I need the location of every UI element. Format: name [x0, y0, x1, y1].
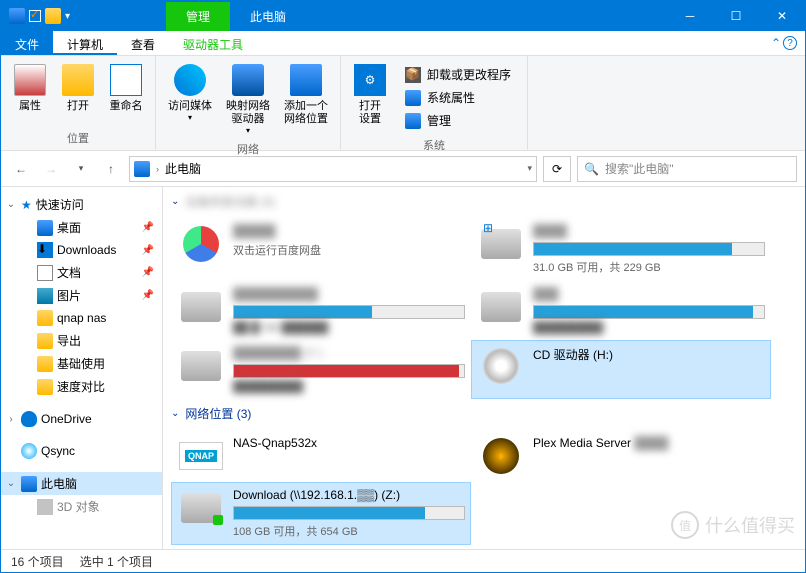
search-input[interactable]: 🔍 搜索"此电脑" — [577, 156, 797, 182]
navigation-pane[interactable]: ⌄★快速访问 桌面📌 ⬇Downloads📌 文档📌 图片📌 qnap nas … — [1, 187, 163, 549]
status-count: 16 个项目 — [11, 553, 64, 570]
group-network-label: 网络 — [164, 139, 332, 157]
drive-f[interactable]: ████████ (F:)█████████ — [171, 340, 471, 399]
sidebar-qsync[interactable]: Qsync — [1, 440, 162, 462]
tab-drive-tools[interactable]: 驱动器工具 — [169, 31, 257, 55]
tab-file[interactable]: 文件 — [1, 31, 53, 55]
address-bar[interactable]: › 此电脑 ▾ — [129, 156, 537, 182]
pin-icon: 📌 — [142, 290, 158, 301]
sidebar-item-export[interactable]: 导出 — [1, 329, 162, 352]
drive-c[interactable]: ⊞ ████31.0 GB 可用，共 229 GB — [471, 218, 771, 281]
section-network[interactable]: ⌄网络位置 (3) — [171, 399, 797, 430]
forward-button[interactable]: → — [39, 157, 63, 181]
pin-icon: 📌 — [142, 267, 158, 278]
open-settings-button[interactable]: ⚙打开 设置 — [349, 60, 391, 135]
sidebar-item-desktop[interactable]: 桌面📌 — [1, 216, 162, 239]
cd-icon — [483, 348, 519, 384]
ribbon-collapse[interactable]: ⌃ ? — [763, 31, 805, 55]
back-button[interactable]: ← — [9, 157, 33, 181]
drive-e[interactable]: ████████████ — [471, 281, 771, 340]
sidebar-this-pc[interactable]: ⌄此电脑 — [1, 472, 162, 495]
breadcrumb[interactable]: 此电脑 — [165, 160, 201, 177]
content-pane[interactable]: ⌄设备和驱动器 (6) █████双击运行百度网盘 ⊞ ████31.0 GB … — [163, 187, 805, 549]
sidebar-item-3d[interactable]: 3D 对象 — [1, 495, 162, 518]
refresh-button[interactable]: ⟳ — [543, 156, 571, 182]
group-location-label: 位置 — [9, 128, 147, 146]
qat-checkbox-icon[interactable] — [29, 10, 41, 22]
sidebar-item-basic[interactable]: 基础使用 — [1, 352, 162, 375]
close-button[interactable]: ✕ — [759, 1, 805, 31]
drive-icon: ⊞ — [481, 229, 521, 259]
group-system-label: 系统 — [349, 135, 519, 153]
minimize-button[interactable]: ─ — [667, 1, 713, 31]
network-drive-icon — [181, 493, 221, 523]
drive-icon — [181, 292, 221, 322]
add-location-button[interactable]: 添加一个 网络位置 — [280, 60, 332, 139]
qat-dropdown-icon[interactable]: ▾ — [65, 11, 70, 22]
search-icon: 🔍 — [584, 162, 599, 176]
sidebar-item-speed[interactable]: 速度对比 — [1, 375, 162, 398]
map-drive-button[interactable]: 映射网络 驱动器▾ — [222, 60, 274, 139]
status-selection: 选中 1 个项目 — [80, 553, 153, 570]
sidebar-item-downloads[interactable]: ⬇Downloads📌 — [1, 239, 162, 261]
up-button[interactable]: ↑ — [99, 157, 123, 181]
sidebar-quick-access[interactable]: ⌄★快速访问 — [1, 193, 162, 216]
manage-button[interactable]: 管理 — [401, 110, 515, 131]
plex-icon: › — [483, 438, 519, 474]
address-dropdown-icon[interactable]: ▾ — [527, 163, 532, 174]
app-icon — [9, 8, 25, 24]
window-title: 此电脑 — [230, 2, 306, 31]
uninstall-button[interactable]: 📦卸载或更改程序 — [401, 64, 515, 85]
pin-icon: 📌 — [142, 245, 158, 256]
tab-computer[interactable]: 计算机 — [53, 31, 117, 55]
baidu-icon — [183, 226, 219, 262]
drive-d[interactable]: ████████████.█ GB ██████ — [171, 281, 471, 340]
sidebar-item-pictures[interactable]: 图片📌 — [1, 284, 162, 307]
pin-icon: 📌 — [142, 222, 158, 233]
maximize-button[interactable]: ☐ — [713, 1, 759, 31]
qat-button[interactable] — [45, 8, 61, 24]
recent-dropdown[interactable]: ▾ — [69, 157, 93, 181]
section-devices[interactable]: ⌄设备和驱动器 (6) — [171, 187, 797, 218]
properties-button[interactable]: 属性 — [9, 60, 51, 128]
network-nas[interactable]: QNAP NAS-Qnap532x — [171, 430, 471, 482]
access-media-button[interactable]: 访问媒体▾ — [164, 60, 216, 139]
sidebar-item-qnap[interactable]: qnap nas — [1, 307, 162, 329]
network-plex[interactable]: › Plex Media Server ████ — [471, 430, 771, 482]
system-properties-button[interactable]: 系统属性 — [401, 87, 515, 108]
sidebar-onedrive[interactable]: ›OneDrive — [1, 408, 162, 430]
qnap-icon: QNAP — [179, 442, 223, 470]
sidebar-item-documents[interactable]: 文档📌 — [1, 261, 162, 284]
drive-icon — [481, 292, 521, 322]
drive-icon — [181, 351, 221, 381]
drive-cd[interactable]: CD 驱动器 (H:) — [471, 340, 771, 399]
tab-view[interactable]: 查看 — [117, 31, 169, 55]
open-button[interactable]: 打开 — [57, 60, 99, 128]
location-icon — [134, 161, 150, 177]
context-tab-manage[interactable]: 管理 — [166, 2, 230, 31]
drive-baidu[interactable]: █████双击运行百度网盘 — [171, 218, 471, 281]
network-download[interactable]: Download (\\192.168.1.▒▒) (Z:)108 GB 可用，… — [171, 482, 471, 545]
rename-button[interactable]: 重命名 — [105, 60, 147, 128]
